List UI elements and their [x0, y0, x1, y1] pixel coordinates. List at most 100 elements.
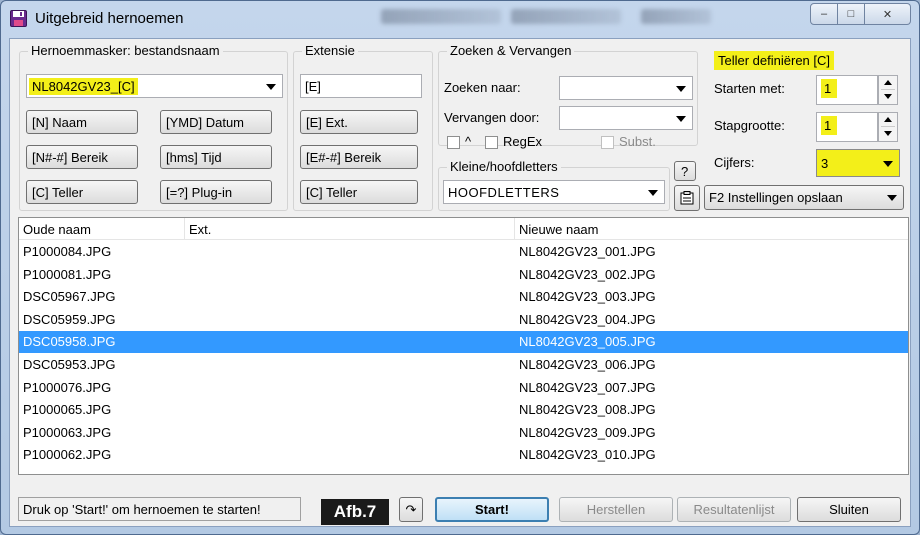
maximize-button[interactable]: □	[838, 3, 865, 25]
step-value: 1	[821, 116, 838, 135]
caret-checkbox[interactable]	[447, 136, 460, 149]
step-input[interactable]: 1	[816, 112, 878, 142]
old-name-cell: P1000076.JPG	[23, 379, 112, 395]
counter-group: Teller definiëren [C] Starten met: 1 Sta…	[704, 51, 904, 179]
ext-button[interactable]: [E] Ext.	[300, 110, 418, 134]
status-text: Druk op 'Start!' om hernoemen te starten…	[18, 497, 301, 521]
caret-label: ^	[465, 134, 472, 149]
new-name-cell: NL8042GV23_009.JPG	[519, 424, 656, 440]
old-name-cell: P1000065.JPG	[23, 402, 112, 418]
chevron-down-icon	[676, 116, 686, 122]
undo-button[interactable]: ↷	[399, 497, 423, 522]
search-replace-group: Zoeken & Vervangen Zoeken naar: Vervange…	[438, 43, 698, 149]
replace-label: Vervangen door:	[444, 110, 540, 125]
rename-dialog: Uitgebreid hernoemen – □ ✕ Hernoemmasker…	[0, 0, 920, 535]
file-list[interactable]: Oude naam Ext. Nieuwe naam P1000084.JPG N…	[18, 217, 909, 475]
new-name-cell: NL8042GV23_006.JPG	[519, 357, 656, 372]
table-row[interactable]: DSC05958.JPG NL8042GV23_005.JPG	[19, 331, 908, 354]
old-name-cell: P1000063.JPG	[23, 424, 112, 440]
chevron-down-icon	[266, 84, 276, 90]
chevron-down-icon	[648, 190, 658, 196]
new-name-cell: NL8042GV23_001.JPG	[519, 244, 656, 259]
subst-checkbox[interactable]	[601, 136, 614, 149]
help-button[interactable]: ?	[674, 161, 696, 181]
extension-group-title: Extensie	[302, 43, 358, 58]
chevron-down-icon	[676, 86, 686, 92]
table-row[interactable]: P1000062.JPG NL8042GV23_010.JPG	[19, 444, 908, 466]
clipboard-button[interactable]	[674, 185, 700, 211]
start-spinner[interactable]	[878, 75, 898, 105]
table-row[interactable]: P1000084.JPG NL8042GV23_001.JPG	[19, 241, 908, 263]
blurred-region	[381, 9, 501, 24]
mask-combo[interactable]: NL8042GV23_[C]	[26, 74, 283, 98]
search-label: Zoeken naar:	[444, 80, 521, 95]
old-name-cell: DSC05959.JPG	[23, 311, 116, 327]
case-group: Kleine/hoofdletters HOOFDLETTERS	[438, 159, 670, 211]
old-name-cell: DSC05958.JPG	[23, 334, 116, 350]
old-name-cell: P1000062.JPG	[23, 447, 112, 463]
down-arrow-icon	[884, 131, 892, 136]
results-button[interactable]: Resultatenlijst	[677, 497, 791, 522]
spinner-divider	[881, 126, 895, 127]
table-row[interactable]: DSC05967.JPG NL8042GV23_003.JPG	[19, 286, 908, 308]
old-name-cell: P1000084.JPG	[23, 244, 112, 259]
column-new-name[interactable]: Nieuwe naam	[515, 218, 908, 240]
step-label: Stapgrootte:	[714, 118, 785, 133]
search-combo[interactable]	[559, 76, 693, 100]
table-row[interactable]: P1000065.JPG NL8042GV23_008.JPG	[19, 399, 908, 421]
restore-button[interactable]: Herstellen	[559, 497, 673, 522]
digits-combo[interactable]: 3	[816, 149, 900, 177]
dialog-body: Hernoemmasker: bestandsnaam NL8042GV23_[…	[9, 38, 911, 527]
spinner-divider	[881, 89, 895, 90]
digits-value: 3	[821, 156, 829, 171]
extension-input[interactable]: [E]	[300, 74, 422, 98]
chevron-down-icon	[887, 195, 897, 201]
regex-checkbox[interactable]	[485, 136, 498, 149]
figure-label: Afb.7	[321, 499, 389, 525]
table-row[interactable]: P1000081.JPG NL8042GV23_002.JPG	[19, 264, 908, 286]
blurred-region	[511, 9, 621, 24]
case-group-title: Kleine/hoofdletters	[447, 159, 561, 174]
case-value: HOOFDLETTERS	[448, 185, 560, 200]
new-name-cell: NL8042GV23_003.JPG	[519, 289, 656, 305]
clipboard-icon	[680, 191, 694, 205]
window-controls: – □ ✕	[810, 3, 911, 25]
step-spinner[interactable]	[878, 112, 898, 142]
ext-range-button[interactable]: [E#-#] Bereik	[300, 145, 418, 169]
start-button[interactable]: Start!	[435, 497, 549, 522]
table-row[interactable]: P1000063.JPG NL8042GV23_009.JPG	[19, 422, 908, 444]
table-row[interactable]: P1000076.JPG NL8042GV23_007.JPG	[19, 377, 908, 399]
name-range-button[interactable]: [N#-#] Bereik	[26, 145, 138, 169]
new-name-cell: NL8042GV23_007.JPG	[519, 379, 656, 395]
replace-combo[interactable]	[559, 106, 693, 130]
ext-counter-button[interactable]: [C] Teller	[300, 180, 418, 204]
chevron-down-icon	[883, 161, 893, 167]
old-name-cell: P1000081.JPG	[23, 266, 112, 282]
column-old-name[interactable]: Oude naam	[19, 218, 185, 240]
time-button[interactable]: [hms] Tijd	[160, 145, 272, 169]
counter-button[interactable]: [C] Teller	[26, 180, 138, 204]
redo-arrow-icon: ↷	[405, 501, 417, 517]
start-label: Starten met:	[714, 81, 785, 96]
extension-value: [E]	[305, 79, 321, 94]
close-dialog-button[interactable]: Sluiten	[797, 497, 901, 522]
settings-combo[interactable]: F2 Instellingen opslaan	[704, 185, 904, 210]
new-name-cell: NL8042GV23_008.JPG	[519, 402, 656, 418]
column-ext[interactable]: Ext.	[185, 218, 515, 240]
mask-group-title: Hernoemmasker: bestandsnaam	[28, 43, 223, 58]
plugin-button[interactable]: [=?] Plug-in	[160, 180, 272, 204]
up-arrow-icon	[884, 80, 892, 85]
new-name-cell: NL8042GV23_010.JPG	[519, 447, 656, 463]
title-bar[interactable]: Uitgebreid hernoemen – □ ✕	[1, 1, 919, 37]
case-combo[interactable]: HOOFDLETTERS	[443, 180, 665, 204]
name-button[interactable]: [N] Naam	[26, 110, 138, 134]
table-row[interactable]: DSC05953.JPG NL8042GV23_006.JPG	[19, 354, 908, 376]
blurred-region	[641, 9, 711, 24]
settings-value: F2 Instellingen opslaan	[709, 190, 843, 205]
old-name-cell: DSC05953.JPG	[23, 357, 116, 372]
date-button[interactable]: [YMD] Datum	[160, 110, 272, 134]
close-button[interactable]: ✕	[865, 3, 911, 25]
start-input[interactable]: 1	[816, 75, 878, 105]
table-row[interactable]: DSC05959.JPG NL8042GV23_004.JPG	[19, 309, 908, 331]
minimize-button[interactable]: –	[810, 3, 838, 25]
